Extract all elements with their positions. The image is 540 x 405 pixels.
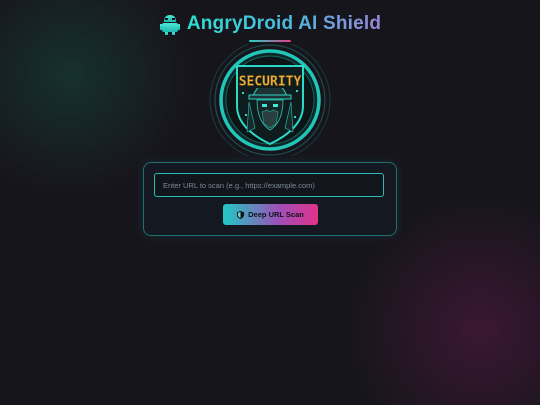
url-input[interactable] [154,173,384,197]
scan-button-label: Deep URL Scan [248,210,304,219]
deep-url-scan-button[interactable]: Deep URL Scan [223,204,318,225]
title-underline [249,40,291,42]
badge-label: SECURITY [239,75,302,90]
shield-icon [237,210,245,219]
app-title: AngryDroid AI Shield [186,13,382,34]
security-badge: SECURITY [209,39,331,161]
scan-card: Deep URL Scan [143,162,397,236]
app-header: AngryDroid AI Shield [0,12,540,36]
droid-icon [159,12,181,36]
